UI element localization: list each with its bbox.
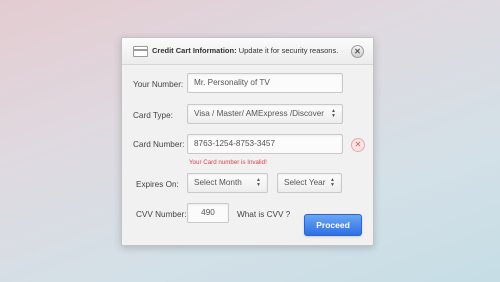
card-type-value: Visa / Master/ AMExpress /Discover [194,109,324,118]
your-number-label: Your Number: [133,80,184,89]
card-number-label: Card Number: [133,140,185,149]
error-icon: ✕ [351,138,365,152]
cvv-input[interactable]: 490 [187,203,229,223]
cvv-label: CVV Number: [136,210,187,219]
card-number-input[interactable]: 8763-1254-8753-3457 [187,134,343,154]
dialog-subtitle: Update it for security reasons. [238,46,339,55]
select-arrows-icon: ▲ ▼ [256,177,261,188]
expires-month-select[interactable]: Select Month ▲ ▼ [187,173,268,193]
credit-card-dialog: Credit Cart Information: Update it for s… [121,37,374,246]
dialog-title: Credit Cart Information: Update it for s… [152,46,338,55]
credit-card-icon [133,46,148,57]
select-arrows-icon: ▲ ▼ [330,177,335,188]
cvv-help-link[interactable]: What is CVV ? [237,210,290,219]
card-type-label: Card Type: [133,111,173,120]
dialog-title-bold: Credit Cart Information: [152,46,237,55]
expires-month-value: Select Month [194,178,242,187]
your-number-input[interactable]: Mr. Personality of TV [187,73,343,93]
expires-label: Expires On: [136,180,179,189]
expires-year-select[interactable]: Select Year ▲ ▼ [277,173,342,193]
dialog-header: Credit Cart Information: Update it for s… [122,38,373,65]
card-type-select[interactable]: Visa / Master/ AMExpress /Discover ▲ ▼ [187,104,343,124]
card-number-error: Your Card number is Invalid! [189,159,267,166]
proceed-button[interactable]: Proceed [304,214,362,236]
close-icon[interactable]: ✕ [351,45,364,58]
select-arrows-icon: ▲ ▼ [331,108,336,119]
expires-year-value: Select Year [284,178,326,187]
